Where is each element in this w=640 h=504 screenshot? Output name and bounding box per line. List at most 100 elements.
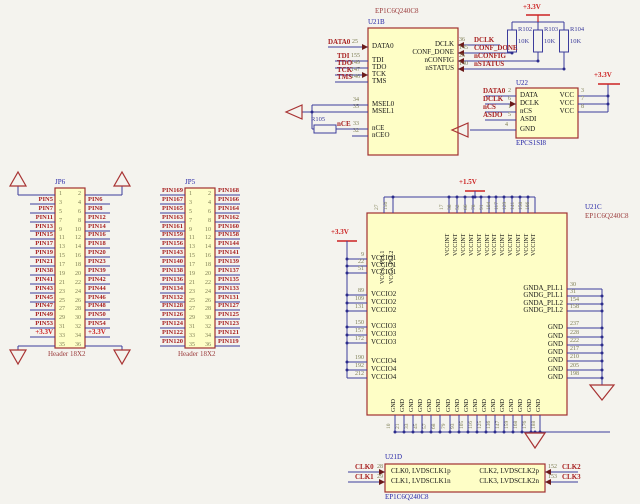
header-pin-number: 18 bbox=[71, 262, 81, 269]
u22-pin-name: VCC bbox=[544, 108, 574, 116]
header-pin-number: 19 bbox=[59, 271, 65, 278]
header-pin-number: 30 bbox=[201, 315, 211, 322]
r104-value-label: 10K bbox=[570, 38, 581, 45]
pin-number-vertical: 33 bbox=[404, 424, 410, 430]
header-pin-number: 11 bbox=[189, 235, 195, 242]
pin-number-vertical: 38 bbox=[447, 205, 453, 211]
r104-ref-label: R104 bbox=[570, 26, 584, 33]
pin-number: 155 bbox=[351, 53, 360, 60]
u21c-pin-name-vertical: GND bbox=[500, 399, 507, 412]
pin-number: 89 bbox=[348, 288, 364, 295]
pin-number: 158 bbox=[570, 304, 579, 311]
header-net-label: PIN131 bbox=[218, 294, 239, 301]
u21b-part-label: EP1C6Q240C8 bbox=[375, 8, 419, 16]
pin-number: 198 bbox=[570, 371, 579, 378]
ground-arrow-u21c-right bbox=[590, 385, 614, 400]
r102-ref-label: R102 bbox=[518, 26, 532, 33]
header-pin-number: 1 bbox=[189, 191, 192, 198]
header-pin-number: 33 bbox=[59, 333, 65, 340]
u21c-pin-name-vertical: VCCINT bbox=[508, 234, 515, 256]
u21c-pin-name-vertical: VCCINT bbox=[531, 234, 538, 256]
pin-number: 9 bbox=[348, 252, 364, 259]
pin-number: 153 bbox=[548, 474, 557, 481]
jp6-footprint-label: Header 18X2 bbox=[48, 351, 86, 359]
header-net-label: PIN163 bbox=[149, 214, 183, 221]
header-pin-number: 34 bbox=[71, 333, 81, 340]
net-label-asdo: ASDO bbox=[483, 112, 502, 120]
header-pin-number: 10 bbox=[201, 227, 211, 234]
u22-pin-name: GND bbox=[520, 126, 535, 134]
pin-number-vertical: 166 bbox=[525, 202, 531, 210]
pin-number: 150 bbox=[348, 320, 364, 327]
u22-part-label: EPCS1SI8 bbox=[516, 140, 546, 148]
header-pin-number: 13 bbox=[59, 244, 65, 251]
u22-pin-name: ASDI bbox=[520, 116, 536, 124]
header-net-label: PIN127 bbox=[218, 302, 239, 309]
header-pin-number: 26 bbox=[71, 298, 81, 305]
pin-number: 205 bbox=[570, 363, 579, 370]
fpga-schematic-sheet: EP1C6Q240C8 U21B +3.3V R102 10K R103 10K… bbox=[0, 0, 640, 504]
header-net-label: PIN135 bbox=[218, 276, 239, 283]
header-pin-number: 3 bbox=[59, 200, 62, 207]
header-net-label: PIN50 bbox=[88, 311, 106, 318]
header-pin-number: 24 bbox=[71, 289, 81, 296]
header-net-label: PIN11 bbox=[19, 214, 53, 221]
header-pin-number: 17 bbox=[59, 262, 65, 269]
header-pin-number: 23 bbox=[189, 289, 195, 296]
header-pin-number: 16 bbox=[201, 253, 211, 260]
pin-number: 35 bbox=[353, 104, 359, 111]
header-pin-number: 20 bbox=[71, 271, 81, 278]
pin-number: 140 bbox=[459, 61, 468, 68]
pin-number: 190 bbox=[348, 355, 364, 362]
pin-number-vertical: 136 bbox=[486, 421, 492, 429]
header-pin-number: 32 bbox=[71, 324, 81, 331]
pin-number-vertical: 117 bbox=[494, 202, 500, 210]
u21c-pin-name-vertical: GND bbox=[491, 399, 498, 412]
pin-number-vertical: 79 bbox=[441, 424, 447, 430]
header-net-label: PIN6 bbox=[88, 196, 102, 203]
header-pin-number: 27 bbox=[189, 306, 195, 313]
header-net-label: PIN23 bbox=[88, 258, 106, 265]
u21c-pin-name-vertical: GND bbox=[518, 399, 525, 412]
header-net-label: PIN46 bbox=[88, 294, 106, 301]
pin-number-vertical: 125 bbox=[477, 421, 483, 429]
pin-number-vertical: 52 bbox=[455, 205, 461, 211]
pin-number: 131 bbox=[348, 304, 364, 311]
pin-number: 149 bbox=[351, 60, 360, 67]
header-net-label: PIN166 bbox=[218, 196, 239, 203]
header-pin-number: 14 bbox=[71, 244, 81, 251]
u21c-pin-name-vertical: GND bbox=[482, 399, 489, 412]
header-pin-number: 19 bbox=[189, 271, 195, 278]
u21c-pin-name-vertical: VCCINT bbox=[445, 234, 452, 256]
pin-number-vertical: 176 bbox=[522, 421, 528, 429]
u21c-pin-name: VCCIO3 bbox=[371, 339, 396, 347]
net-label-data0: DATA0 bbox=[328, 39, 350, 47]
header-pin-number: 12 bbox=[201, 235, 211, 242]
header-pin-number: 22 bbox=[201, 280, 211, 287]
pin-number: 147 bbox=[351, 67, 360, 74]
header-pin-number: 2 bbox=[71, 191, 81, 198]
net-label-clk3: CLK3 bbox=[562, 474, 581, 482]
header-net-label: PIN128 bbox=[149, 302, 183, 309]
u21c-pin-name-vertical: GND bbox=[409, 399, 416, 412]
header-net-label: PIN42 bbox=[88, 276, 106, 283]
u21b-pin-name: nCEO bbox=[372, 132, 390, 140]
u21c-pin-name-vertical: GND bbox=[473, 399, 480, 412]
pin-number-vertical: 105 bbox=[459, 421, 465, 429]
header-net-label: PIN167 bbox=[149, 196, 183, 203]
pin-number-vertical: 188 bbox=[531, 421, 537, 429]
pin-number-vertical: 66 bbox=[463, 205, 469, 211]
header-pin-number: 5 bbox=[189, 209, 192, 216]
pin-number-vertical: 45 bbox=[413, 424, 419, 430]
u22-v33-label: +3.3V bbox=[594, 72, 612, 80]
pin-number-vertical: 104 bbox=[486, 202, 492, 210]
pin-number-vertical: 156 bbox=[383, 202, 389, 210]
pin-number: 145 bbox=[459, 45, 468, 52]
pin-number: 154 bbox=[570, 297, 579, 304]
header-net-label: PIN138 bbox=[149, 267, 183, 274]
header-pin-number: 31 bbox=[189, 324, 195, 331]
header-pin-number: 2 bbox=[201, 191, 211, 198]
u21c-pin-name-vertical: VCCINT bbox=[524, 234, 531, 256]
header-net-label: PIN48 bbox=[88, 302, 106, 309]
header-net-label: PIN140 bbox=[149, 258, 183, 265]
